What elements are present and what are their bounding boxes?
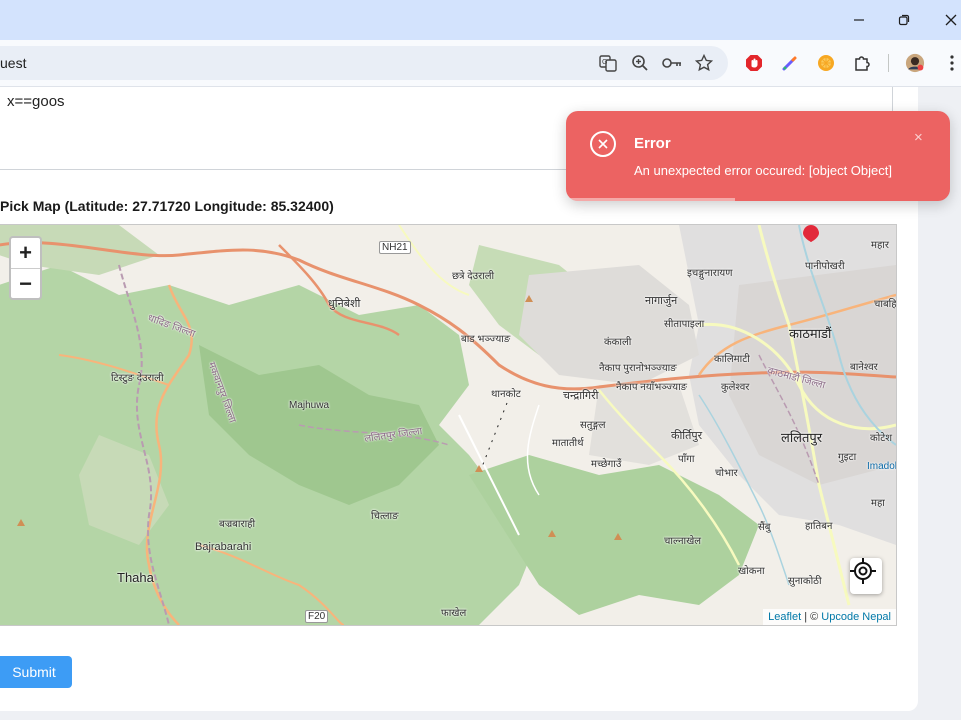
place-label: बज्रबाराही (219, 519, 256, 530)
star-icon[interactable] (694, 53, 714, 73)
avatar[interactable] (905, 53, 925, 73)
kebab-menu-icon[interactable] (942, 53, 961, 73)
place-label: Thaha (117, 570, 154, 585)
svg-text:G: G (602, 59, 607, 66)
leaflet-link[interactable]: Leaflet (768, 611, 801, 623)
place-label: महा (871, 498, 885, 509)
place-label: कुलेश्वर (721, 382, 750, 393)
adblock-extension-icon[interactable] (744, 53, 764, 73)
place-label: बाड भञ्ज्याङ (461, 334, 511, 345)
place-label: सुनाकोठी (788, 576, 822, 587)
place-label: कोटेश (870, 433, 893, 444)
browser-toolbar: uest G (0, 40, 961, 87)
zoom-icon[interactable] (630, 53, 650, 73)
zoom-control: + − (9, 236, 42, 300)
place-label: नैकाप पुरानोभञ्ज्याङ (599, 363, 677, 374)
place-label: पानीपोखरी (805, 261, 845, 272)
locate-button[interactable] (850, 558, 882, 594)
place-label: मच्छेगाउँ (591, 459, 622, 470)
place-label: कीर्तिपुर (671, 430, 703, 442)
attribution-separator: | © (801, 611, 822, 623)
address-text[interactable]: uest (0, 55, 26, 71)
place-label: F20 (305, 610, 329, 623)
place-label: मातातीर्थ (552, 438, 584, 449)
address-bar[interactable]: uest (0, 46, 728, 80)
close-icon[interactable] (937, 8, 961, 32)
place-label: Bajrabarahi (195, 541, 252, 553)
place-label: सैंबु (758, 522, 771, 533)
crosshair-icon (850, 558, 876, 584)
place-label: खोकना (738, 566, 765, 577)
place-label: चाबहि (874, 299, 897, 310)
place-label: काठमाडौं (789, 326, 832, 341)
toast-message: An unexpected error occured: [object Obj… (634, 163, 892, 178)
place-label: पाँगा (678, 454, 695, 465)
restore-icon[interactable] (890, 8, 918, 32)
zoom-out-button[interactable]: − (11, 268, 40, 299)
place-label: चन्द्रागिरी (563, 390, 599, 402)
place-label: नागार्जुन (645, 295, 678, 307)
place-label: सीतापाइला (664, 319, 705, 330)
place-label: सतुङ्गल (580, 420, 606, 431)
color-picker-extension-icon[interactable] (780, 53, 800, 73)
orange-extension-icon[interactable] (816, 53, 836, 73)
place-label: कंकाली (604, 337, 632, 348)
map-label: Pick Map (Latitude: 27.71720 Longitude: … (0, 198, 334, 214)
place-label: टिस्टुङ देउराली (111, 373, 164, 384)
place-label: Imadol (867, 461, 897, 472)
puzzle-icon[interactable] (852, 53, 872, 73)
place-label: नैकाप नयाँभञ्ज्याङ (616, 382, 688, 393)
place-label: चोभार (715, 468, 738, 479)
textarea-value[interactable]: x==goos (7, 93, 65, 110)
toast-progress-bar (566, 198, 735, 201)
key-icon[interactable] (662, 53, 682, 73)
map-attribution: Leaflet | © Upcode Nepal (763, 609, 896, 625)
place-label: कालिमाटी (714, 354, 750, 365)
place-label: NH21 (379, 241, 411, 254)
place-label: फाखेल (441, 608, 467, 619)
zoom-in-button[interactable]: + (11, 238, 40, 268)
provider-link[interactable]: Upcode Nepal (821, 611, 891, 623)
submit-button[interactable]: Submit (0, 656, 72, 688)
place-label: छत्रे देउराली (452, 271, 495, 282)
minimize-icon[interactable] (845, 8, 873, 32)
map-container[interactable]: NH21 छत्रे देउराली धुनिबेशी धादिङ जिल्ला… (0, 224, 897, 626)
place-label: चित्लाङ (371, 511, 399, 522)
toast-title: Error (634, 135, 671, 152)
place-label: इचङ्गुनारायण (687, 268, 733, 279)
place-label: धुनिबेशी (328, 298, 361, 310)
place-label: चाल्नाखेल (664, 536, 702, 547)
window-title-bar (0, 0, 961, 40)
error-icon (590, 131, 616, 157)
error-toast: Error An unexpected error occured: [obje… (566, 111, 950, 201)
place-label: ललितपुर (781, 430, 823, 445)
place-label: महार (871, 240, 889, 251)
toast-close-button[interactable]: × (914, 129, 923, 146)
place-label: गुइटा (838, 452, 857, 463)
place-label: थानकोट (491, 389, 521, 400)
place-label: बानेश्वर (850, 362, 878, 373)
toolbar-divider (888, 54, 889, 72)
translate-icon[interactable]: G (598, 53, 618, 73)
place-label: हातिबन (805, 521, 833, 532)
place-label: Majhuwa (289, 400, 330, 411)
